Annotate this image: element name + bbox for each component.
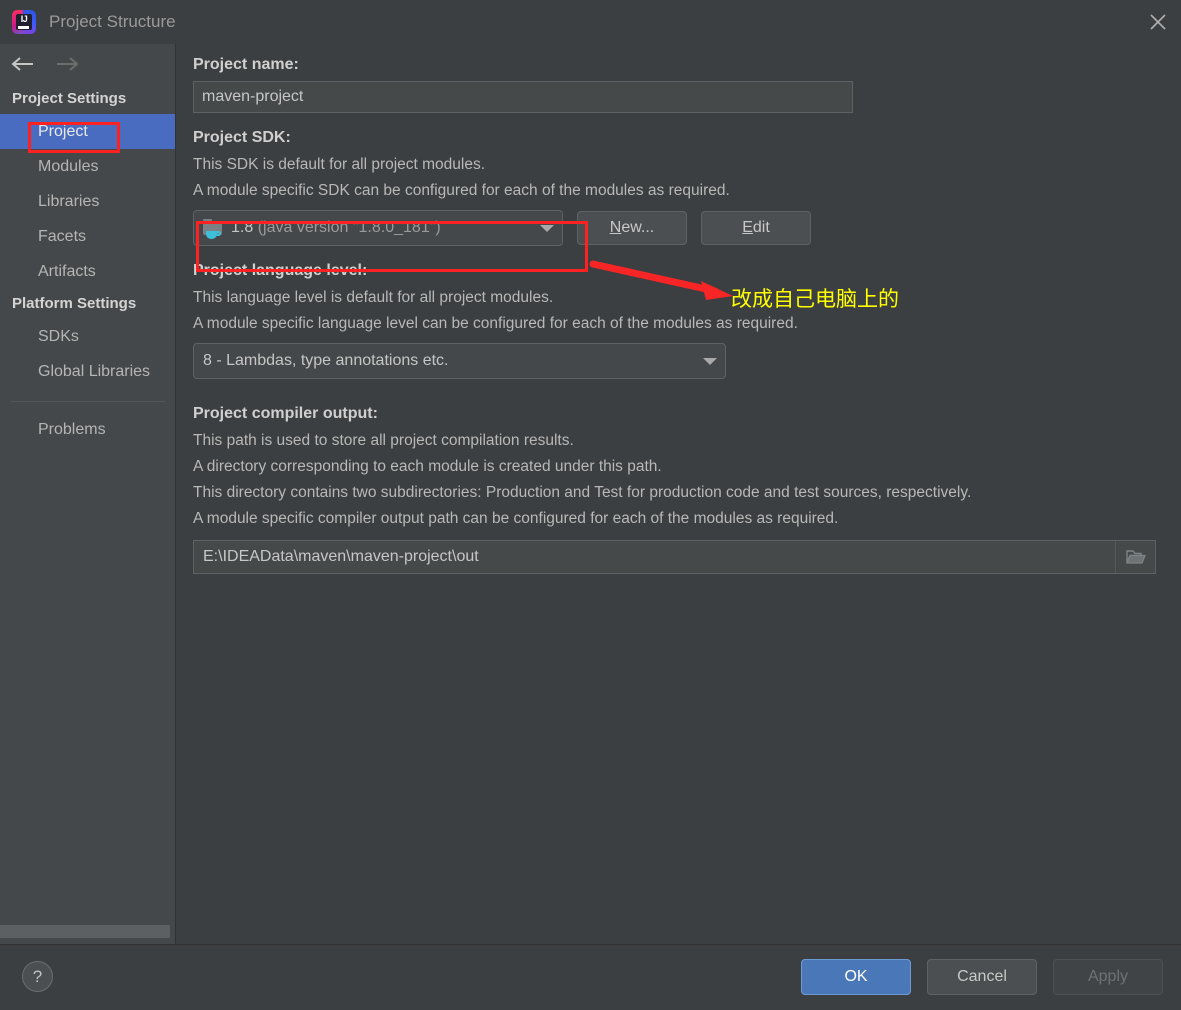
project-sdk-dropdown[interactable]: 1.8 (java version "1.8.0_181")	[193, 210, 563, 246]
edit-sdk-button[interactable]: Edit	[701, 211, 811, 245]
compiler-output-label: Project compiler output:	[193, 405, 378, 422]
sidebar-group-platform-settings: Platform Settings	[12, 295, 137, 312]
compiler-output-description-3: This directory contains two subdirectori…	[193, 484, 972, 501]
chevron-down-icon	[703, 357, 717, 365]
new-sdk-button-mnemonic: N	[609, 219, 622, 236]
project-sdk-label: Project SDK:	[193, 129, 291, 146]
sidebar-item-problems[interactable]: Problems	[0, 412, 175, 447]
sidebar-item-artifacts[interactable]: Artifacts	[0, 254, 175, 289]
close-icon[interactable]	[1135, 0, 1181, 44]
intellij-idea-logo-icon: IJ	[12, 10, 36, 34]
project-settings-panel: Project name: Project SDK: This SDK is d…	[177, 44, 1181, 944]
sidebar-item-sdks[interactable]: SDKs	[0, 319, 175, 354]
java-sdk-folder-icon	[203, 219, 223, 239]
dialog-footer: ? OK Cancel Apply	[0, 944, 1181, 1010]
language-level-label: Project language level:	[193, 262, 368, 279]
sidebar-item-global-libraries[interactable]: Global Libraries	[0, 354, 175, 389]
project-name-input[interactable]	[193, 81, 853, 113]
compiler-output-description-2: A directory corresponding to each module…	[193, 458, 662, 475]
compiler-output-value: E:\IDEAData\maven\maven-project\out	[203, 548, 479, 565]
ok-button[interactable]: OK	[801, 959, 911, 995]
project-sdk-row: 1.8 (java version "1.8.0_181") New... Ed…	[193, 210, 1166, 246]
cancel-button[interactable]: Cancel	[927, 959, 1037, 995]
sidebar-item-modules[interactable]: Modules	[0, 149, 175, 184]
title-bar: IJ Project Structure	[0, 0, 1181, 44]
sidebar-group-project-settings: Project Settings	[12, 90, 127, 107]
chevron-down-icon	[540, 224, 554, 232]
sidebar-horizontal-scrollbar[interactable]	[0, 925, 170, 938]
language-level-dropdown[interactable]: 8 - Lambdas, type annotations etc.	[193, 343, 726, 379]
new-sdk-button[interactable]: New...	[577, 211, 687, 245]
compiler-output-description-4: A module specific compiler output path c…	[193, 510, 839, 527]
sidebar-item-libraries[interactable]: Libraries	[0, 184, 175, 219]
edit-sdk-button-mnemonic: E	[742, 219, 753, 236]
navigation-arrows	[0, 44, 175, 84]
compiler-output-field[interactable]: E:\IDEAData\maven\maven-project\out	[193, 540, 1156, 574]
window-title: Project Structure	[49, 12, 176, 31]
folder-open-icon[interactable]	[1115, 541, 1155, 573]
project-sdk-description-1: This SDK is default for all project modu…	[193, 156, 486, 173]
project-name-label: Project name:	[193, 56, 299, 73]
arrow-right-icon[interactable]	[54, 55, 80, 73]
question-mark-icon[interactable]: ?	[22, 961, 53, 992]
project-sdk-version: 1.8	[231, 219, 254, 236]
project-sdk-detail: (java version "1.8.0_181")	[257, 219, 441, 236]
sidebar-item-project[interactable]: Project	[0, 114, 175, 149]
language-level-value: 8 - Lambdas, type annotations etc.	[203, 352, 449, 369]
settings-sidebar: Project Settings Project Modules Librari…	[0, 44, 176, 944]
project-sdk-description-2: A module specific SDK can be configured …	[193, 182, 730, 199]
sidebar-divider	[10, 401, 165, 402]
language-level-description-1: This language level is default for all p…	[193, 289, 554, 306]
sidebar-item-facets[interactable]: Facets	[0, 219, 175, 254]
language-level-description-2: A module specific language level can be …	[193, 315, 798, 332]
new-sdk-button-label: ew...	[621, 219, 655, 236]
arrow-left-icon[interactable]	[10, 55, 36, 73]
edit-sdk-button-label: dit	[752, 219, 770, 236]
apply-button: Apply	[1053, 959, 1163, 995]
dialog-button-group: OK Cancel Apply	[801, 959, 1163, 995]
compiler-output-description-1: This path is used to store all project c…	[193, 432, 574, 449]
